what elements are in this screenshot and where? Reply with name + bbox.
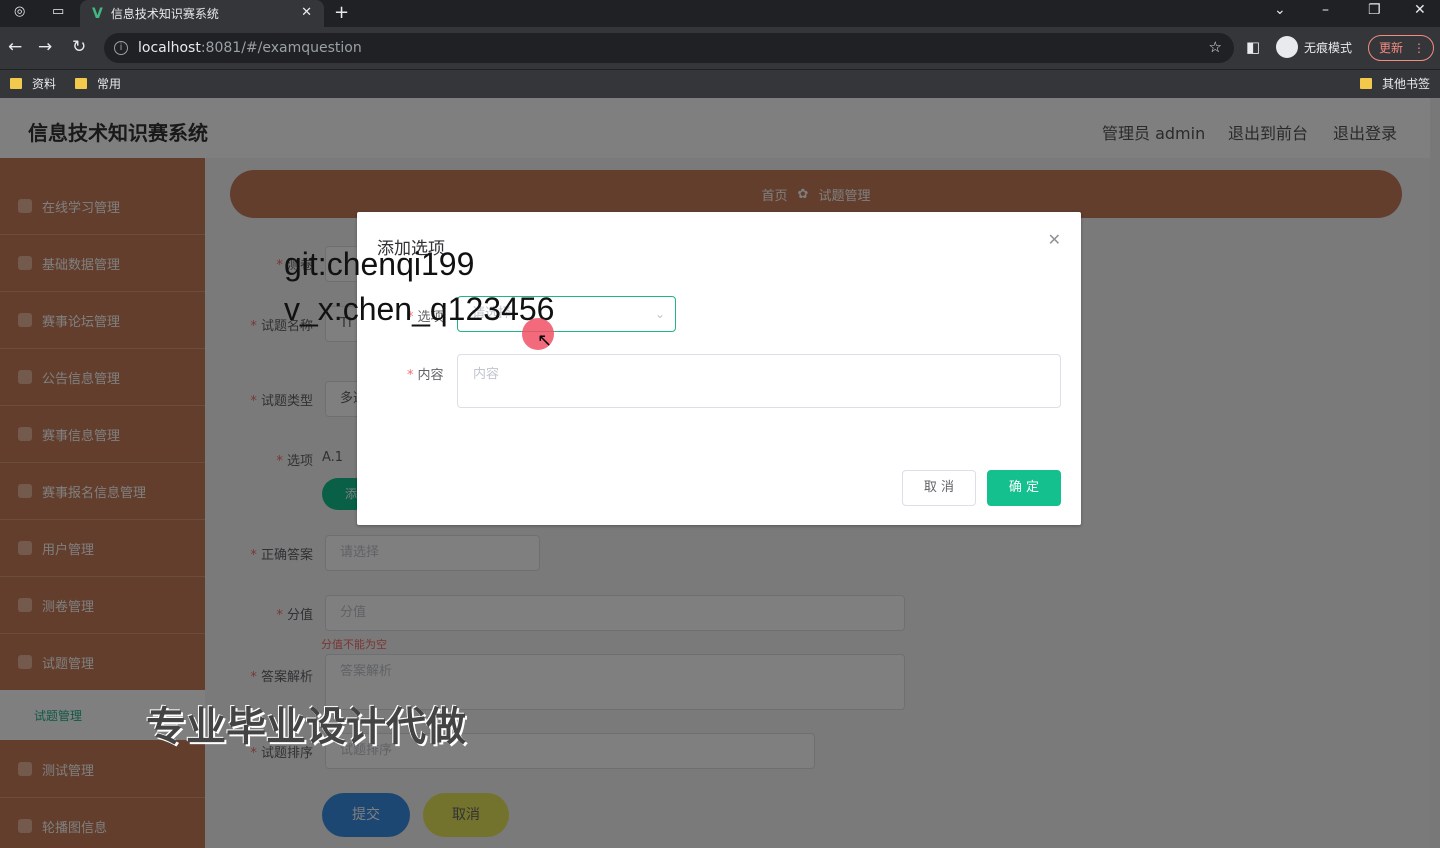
browser-tab-active[interactable]: V 信息技术知识赛系统 ✕ [80, 0, 324, 27]
tab-search-icon[interactable]: ▭ [52, 4, 64, 19]
reload-icon[interactable]: ↻ [72, 37, 86, 57]
new-tab-button[interactable]: + [334, 2, 349, 23]
incognito-icon [1276, 36, 1298, 58]
back-arrow-icon[interactable]: ← [8, 37, 22, 57]
restore-icon[interactable]: ❐ [1368, 2, 1381, 18]
bookmark-label: 资料 [32, 77, 57, 91]
bookmark-label: 其他书签 [1382, 77, 1431, 91]
url-input[interactable]: i localhost:8081/#/examquestion ☆ [104, 33, 1234, 63]
folder-icon [10, 78, 22, 89]
forward-arrow-icon[interactable]: → [38, 37, 52, 57]
bookmark-folder-other[interactable]: 其他书签 [1360, 75, 1430, 92]
incognito-label: 无痕模式 [1304, 40, 1353, 55]
watermark-banner: 专业毕业设计代做 [146, 704, 466, 750]
info-icon[interactable]: i [114, 41, 128, 55]
bookmark-folder-ziliao[interactable]: 资料 [10, 75, 56, 92]
url-path: :8081/#/examquestion [200, 40, 362, 56]
tab-title: 信息技术知识赛系统 [110, 7, 219, 21]
mouse-pointer-icon: ↖ [537, 330, 553, 351]
bookmark-folder-changyong[interactable]: 常用 [75, 75, 121, 92]
bookmark-star-icon[interactable]: ☆ [1209, 38, 1222, 56]
close-window-icon[interactable]: ✕ [1414, 2, 1426, 18]
address-bar-row: ← → ↻ i localhost:8081/#/examquestion ☆ … [0, 27, 1440, 69]
chevron-down-icon: ⌄ [654, 307, 665, 321]
folder-icon [75, 78, 87, 89]
bookmark-label: 常用 [97, 77, 122, 91]
browser-tab-strip: ◎ ▭ V 信息技术知识赛系统 ✕ + ⌄ – ❐ ✕ [0, 0, 1440, 27]
dialog-confirm-button[interactable]: 确 定 [987, 470, 1061, 506]
kebab-menu-icon: ⋮ [1413, 41, 1425, 55]
watermark-git: git:chenqi199 [284, 246, 475, 282]
incognito-indicator[interactable]: 无痕模式 [1276, 36, 1352, 58]
close-icon[interactable]: ✕ [1048, 230, 1061, 249]
folder-icon [1360, 78, 1372, 89]
minimize-icon[interactable]: – [1322, 2, 1329, 18]
dialog-content-textarea[interactable]: 内容 [457, 354, 1061, 408]
update-button[interactable]: 更新 ⋮ [1368, 35, 1434, 61]
close-tab-icon[interactable]: ✕ [301, 5, 312, 20]
side-panel-icon[interactable]: ◧ [1246, 38, 1260, 56]
chevron-down-icon[interactable]: ⌄ [1274, 2, 1286, 18]
url-host: localhost [138, 40, 201, 56]
dialog-content-label: * 内容 [407, 368, 444, 383]
bookmarks-bar: 资料 常用 其他书签 [0, 69, 1440, 98]
browser-globe-icon[interactable]: ◎ [14, 4, 25, 19]
vue-logo-icon: V [92, 5, 103, 22]
dialog-cancel-button[interactable]: 取 消 [902, 470, 976, 506]
watermark-vx: v_x:chen_q123456 [284, 291, 555, 327]
update-label: 更新 [1379, 41, 1404, 55]
